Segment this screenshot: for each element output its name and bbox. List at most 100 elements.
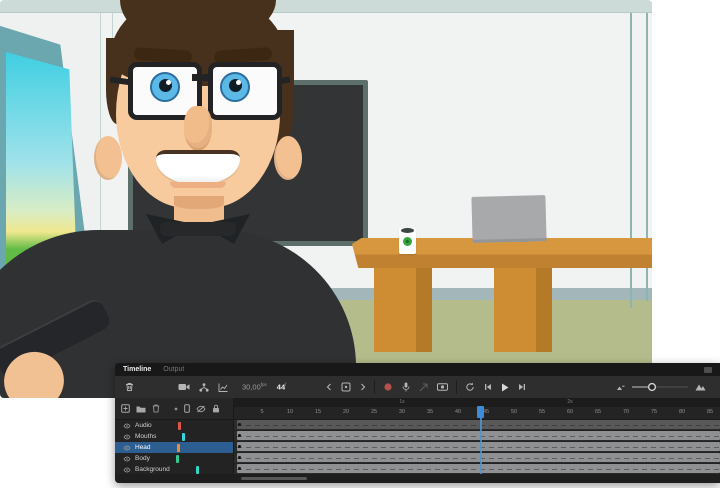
track-visibility-icon[interactable] [123,456,131,462]
ruler-tick: 25 [370,409,378,415]
track-row[interactable]: Audio [115,420,233,431]
scrollbar-thumb[interactable] [241,477,307,480]
ruler-second-marker: 1s [399,399,405,405]
desk-leg [494,266,552,352]
ruler-tick: 70 [622,409,630,415]
hide-icon[interactable] [196,405,206,413]
track-color-swatch[interactable] [195,465,199,474]
previous-keyframe-icon[interactable] [326,383,332,391]
playhead-marker[interactable] [477,406,485,418]
ruler-tick: 60 [566,409,574,415]
ruler-tick: 85 [706,409,714,415]
track-name: Mouths [135,433,157,440]
clip-bar[interactable] [237,442,720,451]
frame-display[interactable]: 44f [277,382,287,392]
keyframe-dot[interactable] [238,434,241,437]
timeline-toolbar: 30,00fps 44f [115,376,720,398]
track-visibility-icon[interactable] [123,445,131,451]
add-track-icon[interactable] [121,404,130,413]
current-frame-icon[interactable] [341,382,351,392]
next-frame-icon[interactable] [518,383,526,391]
solo-dot-icon[interactable] [174,407,178,411]
ruler-tick: 20 [342,409,350,415]
clip-bar[interactable] [237,431,720,440]
zoom-fit-icon[interactable] [616,384,625,391]
track-color-swatch[interactable] [182,432,186,441]
ruler-tick: 35 [426,409,434,415]
monitor [471,195,547,243]
track-name: Background [135,466,170,473]
ruler-tick: 15 [314,409,322,415]
track-row[interactable]: Head [115,442,233,453]
panel-tab-bar: Timeline Output [115,363,720,376]
arm-for-record-icon[interactable] [419,383,428,392]
track-name: Body [135,455,150,462]
loop-icon[interactable] [465,382,475,392]
lock-icon[interactable] [212,404,220,413]
timeline-lane-area[interactable]: 1s 2s 5 10 15 20 25 30 35 40 45 50 55 60 65 70 75 80 85 [234,398,720,474]
track-color-swatch[interactable] [176,443,180,452]
desk [352,238,652,268]
performance-graph-icon[interactable] [218,383,228,392]
timeline-panel: Timeline Output 30,00fps 44f Audio Mouth… [115,363,720,483]
panel-menu-icon[interactable] [704,366,712,373]
track-row[interactable]: Mouths [115,431,233,442]
rig-hierarchy-icon[interactable] [199,382,209,392]
keyframe-dot[interactable] [238,423,241,426]
track-visibility-icon[interactable] [123,423,131,429]
device-icon[interactable] [184,404,190,413]
ruler-tick: 10 [286,409,294,415]
wall-panel-line [112,13,113,83]
track-name: Audio [135,422,152,429]
delete-icon[interactable] [152,404,160,413]
track-color-swatch[interactable] [177,421,181,430]
tab-timeline[interactable]: Timeline [123,366,151,373]
camera-record-icon[interactable] [437,383,449,391]
tab-output[interactable]: Output [163,366,184,373]
track-visibility-icon[interactable] [123,434,131,440]
eyebrow-left [133,46,193,65]
zoom-mountain-icon[interactable] [695,383,706,391]
trash-icon[interactable] [125,382,134,392]
play-icon[interactable] [501,383,509,392]
ruler-tick: 30 [398,409,406,415]
track-list: Audio Mouths Head Body Background [115,420,233,475]
track-color-swatch[interactable] [175,454,179,463]
track-header-toolbar [115,398,233,420]
track-header-column: Audio Mouths Head Body Background [115,398,234,475]
track-row[interactable]: Body [115,453,233,464]
camera-icon[interactable] [178,383,190,391]
animation-scene [0,0,652,398]
chalkboard [128,80,368,246]
wall-panel-line [100,13,101,293]
window-view [6,52,78,337]
clip-bar[interactable] [237,464,720,473]
horizontal-scrollbar[interactable] [115,474,720,483]
ruler-tick: 75 [650,409,658,415]
record-icon[interactable] [383,382,393,392]
playhead-line [480,417,483,474]
next-keyframe-icon[interactable] [360,383,366,391]
clip-bar[interactable] [237,453,720,462]
eyebrow-right [213,46,273,65]
lane-row-background[interactable] [234,463,720,474]
ruler-second-marker: 2s [567,399,573,405]
previous-frame-icon[interactable] [484,383,492,391]
ruler-tick: 55 [538,409,546,415]
keyframe-dot[interactable] [238,467,241,470]
fps-display[interactable]: 30,00fps [242,382,267,392]
zoom-slider[interactable] [632,382,688,392]
folder-icon[interactable] [136,405,146,413]
keyframe-dot[interactable] [238,445,241,448]
clip-bar[interactable] [237,420,720,429]
desk-leg [374,266,432,352]
ruler-tick: 65 [594,409,602,415]
microphone-icon[interactable] [402,382,410,392]
keyframe-dot[interactable] [238,456,241,459]
track-visibility-icon[interactable] [123,467,131,473]
ruler-tick: 80 [678,409,686,415]
ruler-tick: 50 [510,409,518,415]
ruler-tick: 40 [454,409,462,415]
ruler-tick: 5 [260,409,264,415]
track-name: Head [135,444,151,451]
